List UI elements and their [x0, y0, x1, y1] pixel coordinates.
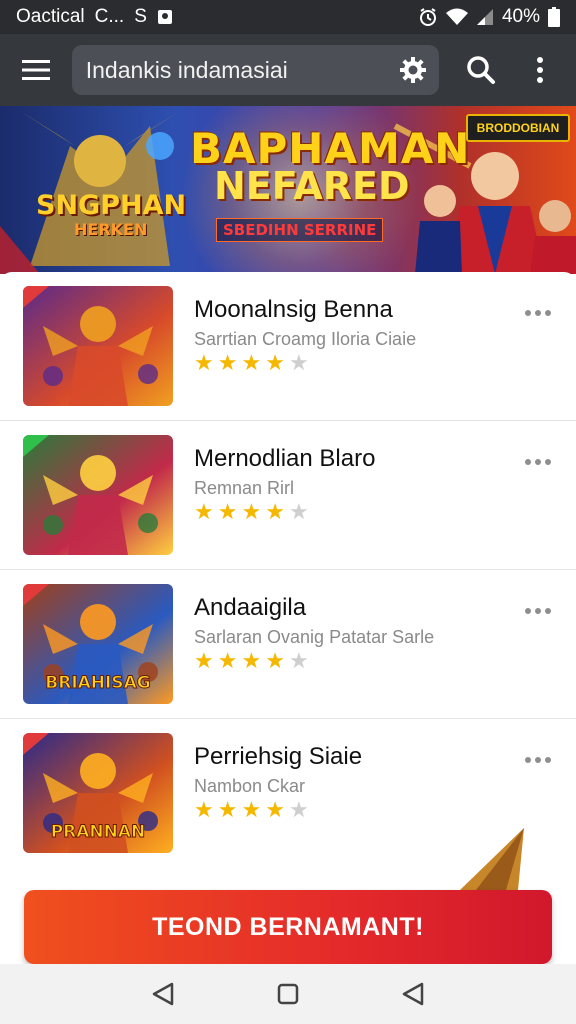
more-horizontal-icon[interactable]: [525, 608, 551, 614]
rating-stars: ★ ★ ★ ★ ★: [194, 650, 309, 672]
status-app-text: Oactical: [16, 6, 85, 27]
rating-stars: ★ ★ ★ ★ ★: [194, 799, 309, 821]
star-filled-icon: ★: [194, 350, 214, 375]
banner-tag: SBEDIHN SERRINE: [216, 218, 384, 242]
game-thumbnail[interactable]: PRANNAN: [23, 733, 173, 853]
banner-badge: BRODDOBIAN: [466, 114, 570, 142]
list-item[interactable]: Mernodlian Blaro Remnan Rirl ★ ★ ★ ★ ★: [0, 421, 576, 570]
app-bar: Indankis indamasiai: [0, 34, 576, 106]
search-input[interactable]: Indankis indamasiai: [71, 45, 439, 95]
status-sim-label: S: [134, 6, 147, 27]
star-filled-icon: ★: [265, 350, 285, 375]
banner-logo-sub: HERKEN: [74, 220, 148, 239]
item-title[interactable]: Moonalnsig Benna: [194, 296, 393, 324]
star-filled-icon: ★: [217, 797, 238, 822]
star-filled-icon: ★: [265, 648, 285, 673]
battery-percent: 40%: [501, 6, 540, 27]
star-empty-icon: ★: [288, 648, 309, 673]
item-subtitle: Sarrtian Croamg Iloria Ciaie: [194, 329, 417, 349]
star-filled-icon: ★: [194, 797, 214, 822]
star-filled-icon: ★: [241, 648, 262, 673]
image-icon: [157, 9, 173, 25]
item-subtitle: Remnan Rirl: [194, 478, 295, 498]
game-thumbnail[interactable]: [23, 435, 173, 555]
game-thumbnail[interactable]: [23, 286, 173, 406]
gear-icon[interactable]: [399, 56, 427, 84]
star-empty-icon: ★: [288, 797, 309, 822]
star-filled-icon: ★: [194, 648, 214, 673]
more-horizontal-icon[interactable]: [525, 757, 551, 763]
item-subtitle: Nambon Ckar: [194, 776, 306, 796]
list-item[interactable]: BRIAHISAG Andaaigila Sarlaran Ovanig Pat…: [0, 570, 576, 719]
status-bar: Oactical C... S 40%: [0, 0, 576, 34]
item-title[interactable]: Andaaigila: [194, 594, 306, 622]
star-empty-icon: ★: [288, 350, 309, 375]
star-filled-icon: ★: [194, 499, 214, 524]
more-vertical-icon[interactable]: [518, 48, 562, 92]
alarm-icon: [418, 7, 438, 27]
banner-subtitle: NEFARED: [214, 164, 410, 208]
svg-text:BRIAHISAG: BRIAHISAG: [45, 673, 150, 693]
search-icon[interactable]: [459, 48, 503, 92]
item-title[interactable]: Mernodlian Blaro: [194, 445, 375, 473]
star-filled-icon: ★: [217, 499, 238, 524]
rating-stars: ★ ★ ★ ★ ★: [194, 501, 309, 523]
game-list: Moonalnsig Benna Sarrtian Croamg Iloria …: [0, 272, 576, 868]
star-filled-icon: ★: [241, 350, 262, 375]
star-filled-icon: ★: [241, 797, 262, 822]
banner-logo: SNGPHAN: [36, 190, 187, 221]
search-input-text: Indankis indamasiai: [85, 56, 288, 83]
promo-banner[interactable]: BAPHAMAN NEFARED SBEDIHN SERRINE SNGPHAN…: [0, 106, 576, 274]
rating-stars: ★ ★ ★ ★ ★: [194, 352, 309, 374]
pointer-arrow-icon: [460, 828, 524, 890]
more-horizontal-icon[interactable]: [525, 310, 551, 316]
list-item[interactable]: Moonalnsig Benna Sarrtian Croamg Iloria …: [0, 272, 576, 421]
home-square-icon[interactable]: [268, 974, 308, 1014]
star-filled-icon: ★: [217, 648, 238, 673]
back-triangle-icon[interactable]: [143, 974, 183, 1014]
item-subtitle: Sarlaran Ovanig Patatar Sarle: [194, 627, 435, 647]
star-filled-icon: ★: [241, 499, 262, 524]
status-carrier-text: C...: [94, 6, 125, 27]
star-filled-icon: ★: [265, 499, 285, 524]
game-thumbnail[interactable]: BRIAHISAG: [23, 584, 173, 704]
item-title[interactable]: Perriehsig Siaie: [194, 743, 362, 771]
system-nav-bar: [0, 964, 576, 1024]
svg-text:PRANNAN: PRANNAN: [51, 822, 146, 842]
wifi-icon: [445, 8, 468, 26]
recents-triangle-icon[interactable]: [393, 974, 433, 1014]
hamburger-menu-icon[interactable]: [20, 48, 52, 92]
more-horizontal-icon[interactable]: [525, 459, 551, 465]
signal-icon: [476, 8, 494, 26]
star-empty-icon: ★: [288, 499, 309, 524]
battery-icon: [548, 7, 560, 27]
star-filled-icon: ★: [217, 350, 238, 375]
cta-button[interactable]: TEOND BERNAMANT!: [24, 890, 552, 964]
star-filled-icon: ★: [265, 797, 285, 822]
